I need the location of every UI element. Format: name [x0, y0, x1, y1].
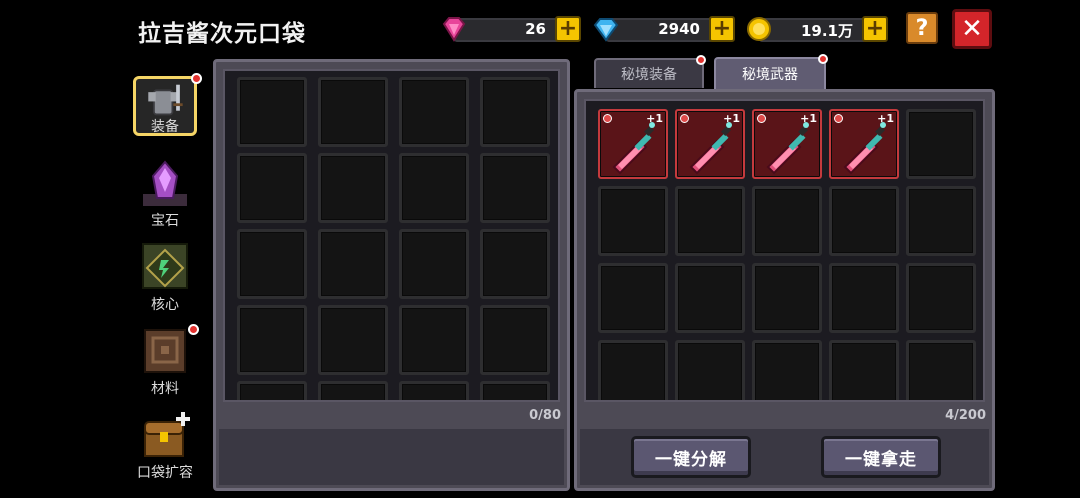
gem-icon [143, 160, 187, 206]
weapon-slot[interactable] [598, 340, 668, 400]
weapon-slot[interactable] [906, 340, 976, 400]
tab-label: 秘境装备 [621, 67, 677, 83]
sidebar-item-label: 装备 [151, 119, 179, 135]
pocket-storage-panel: 0/80 [213, 59, 570, 491]
weapon-slot-item[interactable]: +1 [675, 109, 745, 179]
take-all-button[interactable]: 一键拿走 [821, 436, 941, 478]
weapon-slot[interactable] [675, 186, 745, 256]
pocket-slot[interactable] [399, 153, 469, 223]
crystal-sword-icon [689, 122, 732, 175]
weapon-slot[interactable] [906, 109, 976, 179]
help-button[interactable]: ? [906, 12, 938, 44]
add-gold-button[interactable]: + [862, 16, 888, 42]
sidebar-item-core[interactable]: 核心 [128, 242, 202, 314]
core-icon [142, 243, 188, 289]
pocket-slot[interactable] [318, 77, 388, 147]
weapon-slot-item[interactable]: +1 [598, 109, 668, 179]
weapon-slot[interactable] [675, 340, 745, 400]
pink-gem-icon [442, 17, 466, 42]
decompose-all-button[interactable]: 一键分解 [631, 436, 751, 478]
weapon-slot[interactable] [752, 340, 822, 400]
treasure-chest-icon [144, 412, 190, 457]
weapon-slot[interactable] [752, 186, 822, 256]
gold-coin-icon [747, 17, 771, 41]
currency-pink-gem: 26 + [440, 14, 584, 44]
tab-secret-equipment[interactable]: 秘境装备 [594, 55, 706, 88]
pocket-slot[interactable] [237, 153, 307, 223]
pocket-count: 0/80 [529, 408, 561, 423]
weapon-slot[interactable] [829, 186, 899, 256]
pocket-slot[interactable] [480, 77, 550, 147]
weapon-slot[interactable] [598, 186, 668, 256]
secret-weapon-panel: +1 +1 +1 +1 4/200 一键分解 一键拿走 [574, 89, 995, 491]
pocket-slot[interactable] [480, 153, 550, 223]
weapon-slot[interactable] [906, 263, 976, 333]
weapon-slot[interactable] [829, 340, 899, 400]
sidebar-item-material[interactable]: 材料 [128, 324, 202, 398]
pocket-slot[interactable] [318, 153, 388, 223]
sidebar-item-gem[interactable]: 宝石 [128, 158, 202, 230]
pocket-slot[interactable] [480, 229, 550, 299]
pocket-slot[interactable] [318, 381, 388, 400]
diamond-icon [593, 18, 619, 42]
crystal-sword-icon [612, 122, 655, 175]
weapon-slot[interactable] [752, 263, 822, 333]
tab-badge [696, 55, 706, 65]
weapon-slot[interactable] [906, 186, 976, 256]
weapon-slot-item[interactable]: +1 [829, 109, 899, 179]
pocket-slot[interactable] [480, 305, 550, 375]
weapon-grid[interactable]: +1 +1 +1 +1 [584, 99, 985, 402]
material-badge [188, 324, 199, 335]
add-diamond-button[interactable]: + [709, 16, 735, 42]
pocket-slot[interactable] [399, 229, 469, 299]
pocket-grid[interactable] [223, 69, 560, 402]
tab-badge [818, 54, 828, 64]
sidebar-item-expand[interactable]: 口袋扩容 [128, 410, 202, 482]
tab-secret-weapon[interactable]: 秘境武器 [714, 54, 828, 89]
pocket-slot[interactable] [318, 229, 388, 299]
material-book-icon [144, 329, 186, 373]
currency-gold-coin: 19.1万 + [745, 14, 891, 44]
pocket-slot[interactable] [399, 77, 469, 147]
add-pink-gem-button[interactable]: + [555, 16, 581, 42]
pocket-slot[interactable] [237, 305, 307, 375]
pocket-slot[interactable] [480, 381, 550, 400]
pocket-slot[interactable] [399, 305, 469, 375]
pocket-slot[interactable] [399, 381, 469, 400]
weapon-slot[interactable] [829, 263, 899, 333]
pocket-footer [219, 429, 564, 485]
diamond-count: 2940 [658, 20, 700, 38]
pocket-slot[interactable] [318, 305, 388, 375]
close-button[interactable]: ✕ [952, 9, 992, 49]
crystal-sword-icon [766, 122, 809, 175]
page-title: 拉吉酱次元口袋 [138, 21, 306, 47]
sidebar-item-equipment[interactable]: 装备 [128, 73, 202, 136]
equipment-badge [191, 73, 202, 84]
pocket-slot[interactable] [237, 77, 307, 147]
weapon-count: 4/200 [945, 408, 986, 423]
weapon-slot-item[interactable]: +1 [752, 109, 822, 179]
weapon-slot[interactable] [675, 263, 745, 333]
pocket-slot[interactable] [237, 229, 307, 299]
tab-label: 秘境武器 [742, 67, 798, 83]
crystal-sword-icon [843, 122, 886, 175]
gold-coin-count: 19.1万 [800, 22, 853, 40]
pink-gem-count: 26 [525, 20, 546, 38]
currency-blue-diamond: 2940 + [592, 14, 738, 44]
pocket-slot[interactable] [237, 381, 307, 400]
weapon-slot[interactable] [598, 263, 668, 333]
